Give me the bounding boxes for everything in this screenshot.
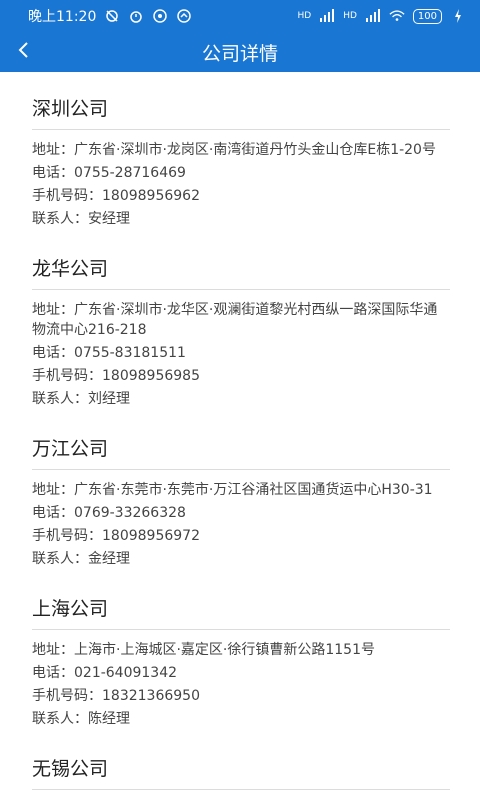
alarm-icon [128, 8, 144, 24]
address-label: 地址： [32, 642, 74, 658]
phone-label: 电话： [32, 165, 74, 181]
status-bar: 晚上11:20 HD HD 100 [0, 0, 480, 32]
company-card-shenzhen: 深圳公司 地址：广东省·深圳市·龙岗区·南湾街道丹竹头金山仓库E栋1-20号 电… [0, 72, 480, 229]
status-time: 晚上11:20 [28, 9, 97, 25]
phone-label: 电话： [32, 665, 74, 681]
address-row: 地址：广东省·深圳市·龙岗区·南湾街道丹竹头金山仓库E栋1-20号 [32, 140, 450, 160]
phone-row: 电话：0755-28716469 [32, 163, 450, 183]
mobile-row: 手机号码：18321366950 [32, 686, 450, 706]
divider [32, 469, 450, 470]
company-card-longhua: 龙华公司 地址：广东省·深圳市·龙华区·观澜街道黎光村西纵一路深国际华通物流中心… [0, 232, 480, 409]
battery-indicator: 100 [412, 8, 442, 24]
contact-row: 联系人：陈经理 [32, 709, 450, 729]
mobile-label: 手机号码： [32, 528, 102, 544]
address-label: 地址： [32, 482, 74, 498]
mobile-value[interactable]: 18098956962 [102, 188, 200, 204]
contact-value: 刘经理 [88, 391, 130, 407]
phone-value[interactable]: 021-64091342 [74, 665, 177, 681]
address-value: 上海市·上海城区·嘉定区·徐行镇曹新公路1151号 [74, 642, 375, 658]
contact-value: 金经理 [88, 551, 130, 567]
app-icon-a [152, 8, 168, 24]
contact-label: 联系人： [32, 711, 88, 727]
wifi-icon [389, 8, 405, 24]
mobile-label: 手机号码： [32, 368, 102, 384]
contact-row: 联系人：安经理 [32, 209, 450, 229]
divider [32, 629, 450, 630]
address-row: 地址：广东省·东莞市·东莞市·万江谷涌社区国通货运中心H30-31 [32, 480, 450, 500]
status-left: 晚上11:20 [28, 6, 192, 26]
phone-value[interactable]: 0755-28716469 [74, 165, 186, 181]
contact-value: 安经理 [88, 211, 130, 227]
mobile-row: 手机号码：18098956972 [32, 526, 450, 546]
contact-value: 陈经理 [88, 711, 130, 727]
back-button[interactable] [10, 38, 38, 66]
phone-label: 电话： [32, 345, 74, 361]
mobile-value[interactable]: 18098956972 [102, 528, 200, 544]
network-label-2: HD [343, 11, 357, 21]
phone-label: 电话： [32, 505, 74, 521]
company-card-shanghai: 上海公司 地址：上海市·上海城区·嘉定区·徐行镇曹新公路1151号 电话：021… [0, 572, 480, 729]
app-bar: 公司详情 [0, 32, 480, 72]
address-label: 地址： [32, 142, 74, 158]
signal-icon [319, 8, 335, 24]
divider [32, 129, 450, 130]
phone-row: 电话：021-64091342 [32, 663, 450, 683]
signal-icon-2 [365, 8, 381, 24]
divider [32, 289, 450, 290]
contact-label: 联系人： [32, 551, 88, 567]
company-name: 深圳公司 [32, 98, 109, 120]
company-card-wuxi: 无锡公司 [0, 732, 480, 790]
charging-icon [450, 8, 466, 24]
mobile-value[interactable]: 18321366950 [102, 688, 200, 704]
divider [32, 789, 450, 790]
address-label: 地址： [32, 302, 74, 318]
phone-row: 电话：0755-83181511 [32, 343, 450, 363]
company-name: 无锡公司 [32, 758, 109, 780]
contact-label: 联系人： [32, 391, 88, 407]
address-row: 地址：上海市·上海城区·嘉定区·徐行镇曹新公路1151号 [32, 640, 450, 660]
address-value: 广东省·深圳市·龙岗区·南湾街道丹竹头金山仓库E栋1-20号 [74, 142, 436, 158]
phone-value[interactable]: 0769-33266328 [74, 505, 186, 521]
mobile-row: 手机号码：18098956962 [32, 186, 450, 206]
page-title: 公司详情 [201, 42, 278, 65]
address-value: 广东省·深圳市·龙华区·观澜街道黎光村西纵一路深国际华通物流中心216-218 [32, 302, 438, 338]
contact-row: 联系人：刘经理 [32, 389, 450, 409]
company-card-wanjiang: 万江公司 地址：广东省·东莞市·东莞市·万江谷涌社区国通货运中心H30-31 电… [0, 412, 480, 569]
phone-value[interactable]: 0755-83181511 [74, 345, 186, 361]
company-name: 龙华公司 [32, 258, 109, 280]
mobile-row: 手机号码：18098956985 [32, 366, 450, 386]
company-list: 深圳公司 地址：广东省·深圳市·龙岗区·南湾街道丹竹头金山仓库E栋1-20号 电… [0, 72, 480, 790]
contact-row: 联系人：金经理 [32, 549, 450, 569]
contact-label: 联系人： [32, 211, 88, 227]
mobile-label: 手机号码： [32, 688, 102, 704]
address-value: 广东省·东莞市·东莞市·万江谷涌社区国通货运中心H30-31 [74, 482, 433, 498]
alarm-off-icon [104, 8, 120, 24]
company-name: 万江公司 [32, 438, 109, 460]
status-right: HD HD 100 [298, 8, 467, 24]
chevron-left-icon [16, 41, 32, 63]
phone-row: 电话：0769-33266328 [32, 503, 450, 523]
mobile-value[interactable]: 18098956985 [102, 368, 200, 384]
network-label-1: HD [297, 11, 312, 21]
app-icon-b [176, 8, 192, 24]
company-name: 上海公司 [32, 598, 109, 620]
mobile-label: 手机号码： [32, 188, 102, 204]
address-row: 地址：广东省·深圳市·龙华区·观澜街道黎光村西纵一路深国际华通物流中心216-2… [32, 300, 450, 340]
